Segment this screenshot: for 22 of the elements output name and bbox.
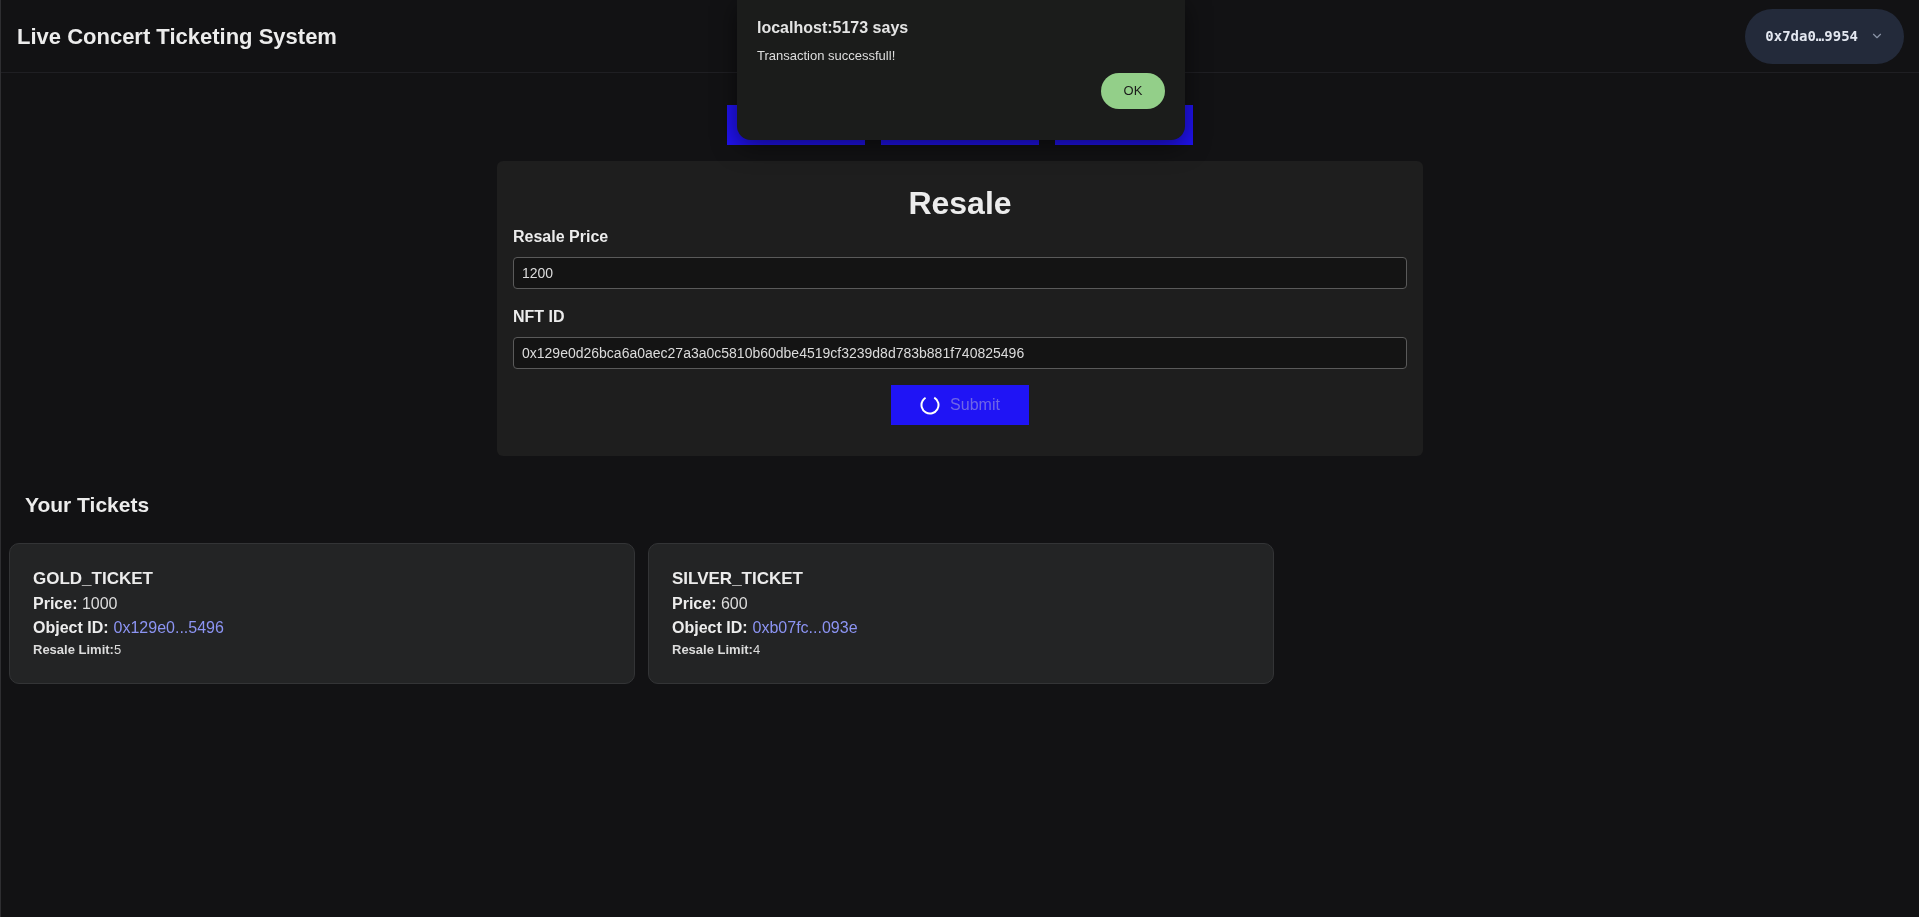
ticket-price: Price: 600 bbox=[672, 594, 749, 614]
form-title: Resale bbox=[907, 184, 1013, 223]
text-input[interactable]: 0x129e0d26bca6a0aec27a3a0c5810b60dbe4519cf3239d8d783b881f740825496 bbox=[513, 337, 1407, 369]
object-id-label: Object ID: bbox=[33, 618, 109, 638]
ok-button[interactable]: OK bbox=[1101, 73, 1165, 109]
object-id-link[interactable]: 0xb07fc...093e bbox=[752, 616, 858, 640]
ticket-price: Price: 1000 bbox=[33, 594, 119, 614]
resale-limit: Resale Limit:5 bbox=[33, 641, 123, 659]
dialog-message: Transaction successfull! bbox=[757, 47, 897, 65]
field-label: Resale Price bbox=[513, 227, 610, 247]
spinner-icon bbox=[920, 395, 941, 415]
field-label: NFT ID bbox=[513, 307, 566, 327]
dialog-title: localhost:5173 says bbox=[757, 18, 910, 38]
text-input[interactable]: 1200 bbox=[513, 257, 1407, 289]
resale-limit: Resale Limit:4 bbox=[672, 641, 762, 659]
wallet-button[interactable]: 0x7da0…9954 bbox=[1745, 8, 1904, 64]
ticket-name: GOLD_TICKET bbox=[33, 568, 154, 590]
object-id-label: Object ID: bbox=[672, 618, 748, 638]
section-heading: Your Tickets bbox=[25, 492, 151, 518]
object-id-link[interactable]: 0x129e0...5496 bbox=[113, 616, 224, 640]
ticket-name: SILVER_TICKET bbox=[672, 568, 804, 590]
app-title: Live Concert Ticketing System bbox=[17, 22, 337, 51]
